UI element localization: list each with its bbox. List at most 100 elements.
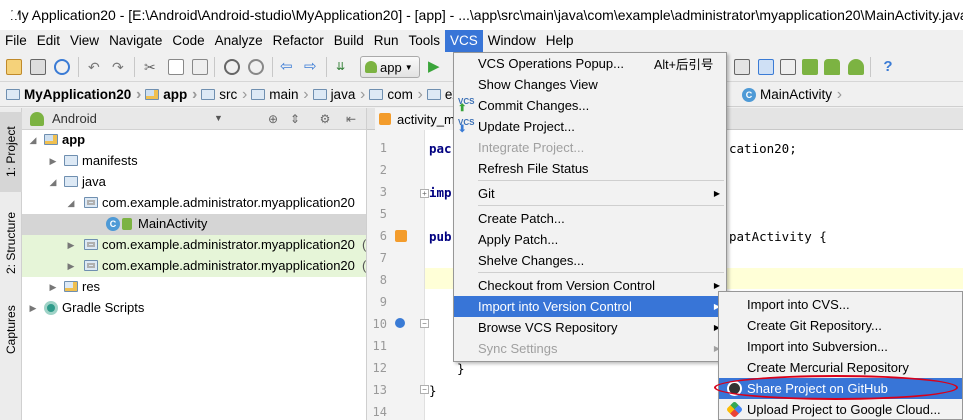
crumb-app[interactable]: app (139, 83, 197, 107)
gear-icon[interactable]: ⚙ (318, 112, 332, 126)
menu-item-integrate-project: Integrate Project... (478, 140, 585, 155)
menu-item-upload-to-google-cloud[interactable]: Upload Project to Google Cloud... (719, 399, 962, 420)
menu-item-import-into-subversion[interactable]: Import into Subversion... (719, 336, 962, 357)
tree-row[interactable]: ◢ java (22, 172, 366, 193)
hide-panel-icon[interactable]: ⇤ (344, 112, 358, 126)
tab-structure[interactable]: 2: Structure (0, 200, 22, 286)
run-icon[interactable]: ▶ (428, 59, 444, 75)
sync-gradle-icon[interactable] (824, 59, 840, 75)
package-icon (84, 197, 98, 208)
tab-captures[interactable]: Captures (0, 294, 22, 366)
menu-item-shelve-changes[interactable]: Shelve Changes... (454, 250, 726, 271)
menu-item-checkout-from-vcs[interactable]: Checkout from Version Control ▶ (454, 275, 726, 296)
menu-item-show-changes-view[interactable]: Show Changes View (454, 74, 726, 95)
menu-file[interactable]: File (0, 30, 32, 52)
fold-minus-icon[interactable]: − (420, 385, 429, 394)
fold-minus-icon[interactable]: − (420, 319, 429, 328)
collapsed-arrow-icon[interactable]: ▶ (28, 303, 38, 314)
menu-window[interactable]: Window (483, 30, 541, 52)
collapsed-arrow-icon[interactable]: ▶ (66, 240, 76, 251)
project-panel-header: Android ▼ ⊕ ⇕ ⚙ ⇤ (22, 108, 366, 130)
chevron-down-icon[interactable]: ▼ (214, 113, 223, 123)
tree-row[interactable]: ▶ com.example.administrator.myapplicatio… (22, 256, 366, 277)
crumb-main[interactable]: main (245, 83, 309, 107)
project-structure-icon[interactable] (758, 59, 774, 75)
android-device-icon[interactable] (848, 59, 864, 75)
folder-icon (64, 176, 78, 187)
open-folder-icon[interactable] (6, 59, 22, 75)
crumb-mainactivity[interactable]: C MainActivity (736, 83, 842, 107)
menu-run[interactable]: Run (369, 30, 404, 52)
toolbar-separator (870, 57, 871, 77)
menu-edit[interactable]: Edit (32, 30, 65, 52)
menu-analyze[interactable]: Analyze (210, 30, 268, 52)
make-project-icon[interactable]: ⇊ (336, 59, 352, 75)
menu-item-create-patch[interactable]: Create Patch... (454, 208, 726, 229)
menu-item-browse-vcs-repository[interactable]: Browse VCS Repository ▶ (454, 317, 726, 338)
tree-row[interactable]: ▶ com.example.administrator.myapplicatio… (22, 235, 366, 256)
sync-icon[interactable] (54, 59, 70, 75)
copy-icon[interactable] (168, 59, 184, 75)
forward-icon[interactable]: ⇨ (304, 59, 320, 75)
resources-folder-icon (64, 281, 78, 292)
menu-code[interactable]: Code (167, 30, 209, 52)
expanded-arrow-icon[interactable]: ◢ (66, 198, 76, 209)
menu-item-create-git-repository[interactable]: Create Git Repository... (719, 315, 962, 336)
menu-item-update-project[interactable]: VCS ⬇ Update Project... (454, 116, 726, 137)
back-icon[interactable]: ⇦ (280, 59, 296, 75)
menu-item-refresh-file-status[interactable]: Refresh File Status (454, 158, 726, 179)
menu-build[interactable]: Build (329, 30, 369, 52)
module-icon (145, 89, 160, 100)
crumb-project[interactable]: MyApplication20 (0, 83, 142, 107)
crumb-com[interactable]: com (363, 83, 422, 107)
menu-view[interactable]: View (65, 30, 104, 52)
crumb-java[interactable]: java (307, 83, 365, 107)
crumb-src[interactable]: src (195, 83, 247, 107)
paste-icon[interactable] (192, 59, 208, 75)
redo-icon[interactable]: ↷ (112, 59, 128, 75)
avd-manager-icon[interactable] (780, 59, 796, 75)
tab-project[interactable]: 1: Project (0, 112, 22, 192)
menu-item-sync-settings: Sync Settings ▶ (478, 341, 720, 356)
replace-icon[interactable] (248, 59, 264, 75)
tree-row[interactable]: ◢ com.example.administrator.myapplicatio… (22, 193, 366, 214)
menu-item-git[interactable]: Git ▶ (454, 183, 726, 204)
fold-plus-icon[interactable]: + (420, 189, 429, 198)
package-icon (84, 239, 98, 250)
tree-row[interactable]: C MainActivity (22, 214, 366, 235)
expanded-arrow-icon[interactable]: ◢ (48, 177, 58, 188)
menu-item-import-into-vcs[interactable]: Import into Version Control ▶ (454, 296, 726, 317)
collapse-all-icon[interactable]: ⇕ (288, 112, 302, 126)
menu-item-vcs-operations-popup[interactable]: VCS Operations Popup... Alt+后引号 (454, 53, 726, 74)
tree-row[interactable]: ▶ manifests (22, 151, 366, 172)
undo-icon[interactable]: ↶ (88, 59, 104, 75)
menu-item-commit-changes[interactable]: VCS ⬆ Commit Changes... (454, 95, 726, 116)
find-icon[interactable] (224, 59, 240, 75)
menu-item-apply-patch[interactable]: Apply Patch... (454, 229, 726, 250)
help-icon[interactable]: ? (880, 59, 896, 75)
menu-help[interactable]: Help (541, 30, 579, 52)
menu-item-import-into-cvs[interactable]: Import into CVS... (719, 294, 962, 315)
menu-vcs[interactable]: VCS (445, 30, 483, 52)
override-marker-icon[interactable] (395, 318, 405, 328)
menu-separator (478, 272, 724, 273)
menu-refactor[interactable]: Refactor (268, 30, 329, 52)
collapsed-arrow-icon[interactable]: ▶ (48, 282, 58, 293)
tree-row[interactable]: ▶ res (22, 277, 366, 298)
android-monitor-icon[interactable] (802, 59, 818, 75)
menu-tools[interactable]: Tools (404, 30, 446, 52)
sdk-manager-icon[interactable] (734, 59, 750, 75)
tree-row[interactable]: ▶ Gradle Scripts (22, 298, 366, 319)
collapsed-arrow-icon[interactable]: ▶ (66, 261, 76, 272)
project-view-selector[interactable]: Android (52, 111, 97, 126)
menu-navigate[interactable]: Navigate (104, 30, 167, 52)
expanded-arrow-icon[interactable]: ◢ (28, 135, 38, 146)
tree-row[interactable]: ◢ app (22, 130, 366, 151)
collapsed-arrow-icon[interactable]: ▶ (48, 156, 58, 167)
folder-icon (369, 89, 384, 100)
cut-icon[interactable]: ✂ (144, 59, 160, 75)
run-config-select[interactable]: app ▼ (360, 56, 420, 78)
save-icon[interactable] (30, 59, 46, 75)
layout-preview-icon[interactable] (395, 230, 407, 242)
target-icon[interactable]: ⊕ (266, 112, 280, 126)
